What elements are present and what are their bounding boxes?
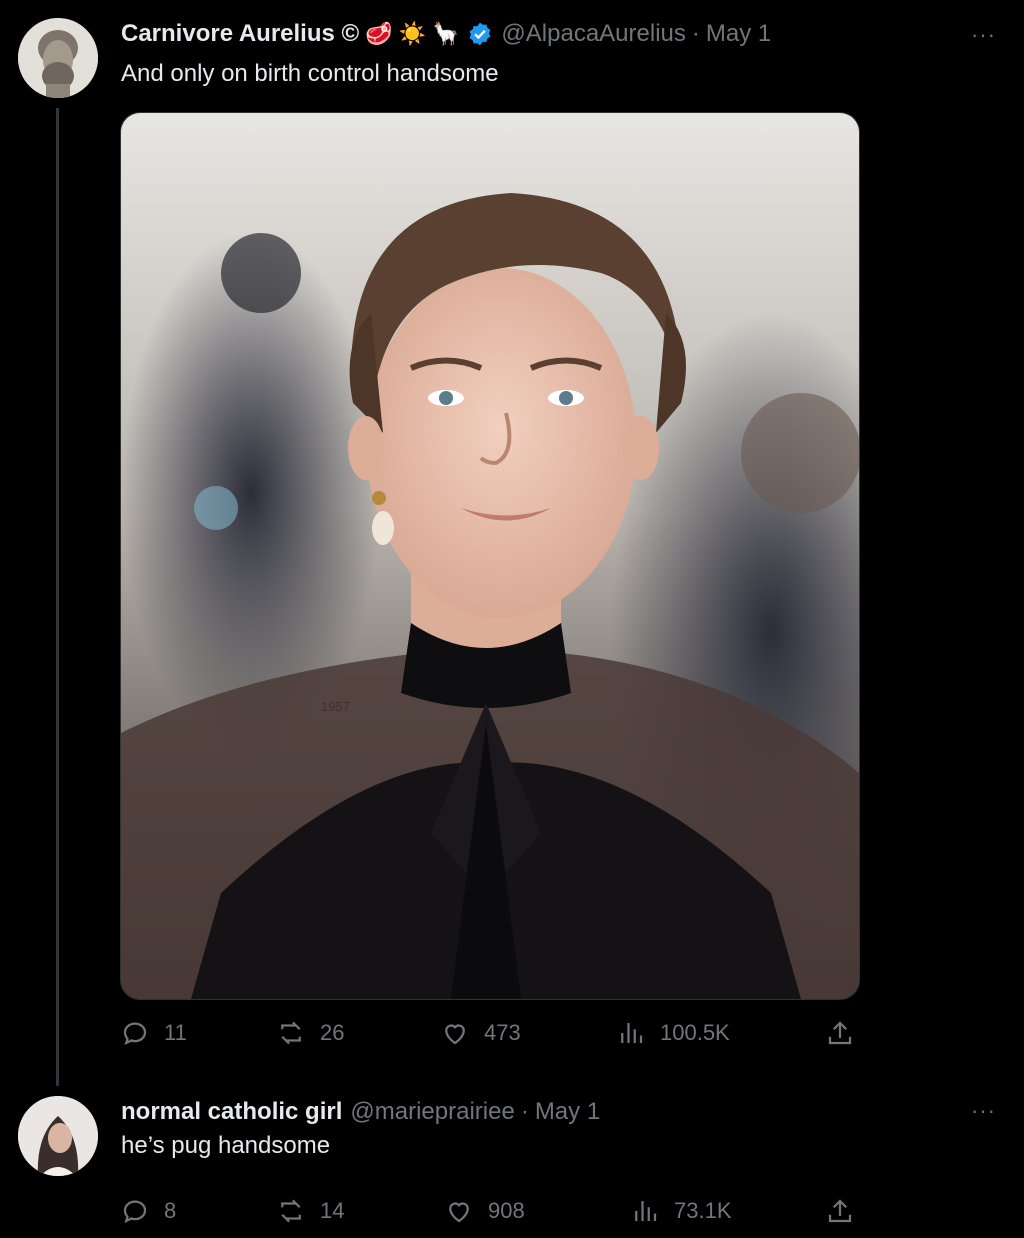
- like-button[interactable]: 473: [440, 1018, 521, 1048]
- reply-count: 11: [164, 1020, 187, 1045]
- heart-icon: [445, 1024, 465, 1045]
- separator-dot: ·: [691, 20, 700, 47]
- llama-emoji: 🦙: [432, 21, 460, 46]
- tweet-2[interactable]: normal catholic girl @marieprairiee · Ma…: [0, 1086, 1024, 1238]
- repost-count: 14: [320, 1198, 345, 1223]
- views-button[interactable]: 73.1K: [630, 1196, 732, 1226]
- avatar-normal-catholic-girl[interactable]: [18, 1096, 98, 1176]
- author-name[interactable]: Carnivore Aurelius ©: [121, 20, 359, 48]
- more-options-icon[interactable]: ···: [971, 22, 996, 48]
- separator-dot: ·: [520, 1098, 529, 1125]
- views-chart-icon: [621, 1023, 643, 1043]
- verified-badge-icon: [467, 21, 493, 47]
- repost-button[interactable]: 26: [276, 1018, 344, 1048]
- tweet-header: Carnivore Aurelius © 🥩 ☀️ 🦙 @AlpacaAurel…: [121, 20, 771, 48]
- repost-count: 26: [320, 1020, 345, 1045]
- reply-button[interactable]: 11: [120, 1018, 187, 1048]
- reply-icon: [123, 1200, 147, 1224]
- tweet-text: And only on birth control handsome: [121, 60, 499, 87]
- reply-button[interactable]: 8: [120, 1196, 176, 1226]
- share-button[interactable]: [825, 1196, 855, 1226]
- like-button[interactable]: 908: [444, 1196, 525, 1226]
- like-count: 908: [488, 1198, 525, 1223]
- repost-icon: [281, 1021, 301, 1045]
- share-icon: [828, 1199, 852, 1223]
- reply-icon: [123, 1022, 147, 1046]
- tweet-1[interactable]: Carnivore Aurelius © 🥩 ☀️ 🦙 @AlpacaAurel…: [0, 0, 1024, 1086]
- thread-line: [56, 108, 59, 1086]
- heart-icon: [449, 1202, 469, 1223]
- share-icon: [828, 1021, 852, 1045]
- more-options-icon[interactable]: ···: [971, 1098, 996, 1124]
- action-bar: 8 14 908 73.1K: [120, 1196, 860, 1232]
- views-chart-icon: [635, 1201, 657, 1221]
- views-count: 73.1K: [674, 1198, 732, 1223]
- avatar-carnivore-aurelius[interactable]: [18, 18, 98, 98]
- share-button[interactable]: [825, 1018, 855, 1048]
- svg-text:1957: 1957: [321, 699, 350, 714]
- steak-emoji: 🥩: [365, 21, 393, 46]
- action-bar: 11 26 473 100.5K: [120, 1018, 860, 1054]
- views-count: 100.5K: [660, 1020, 730, 1045]
- tweet-date[interactable]: May 1: [706, 20, 771, 48]
- tweet-date[interactable]: May 1: [535, 1098, 600, 1126]
- like-count: 473: [484, 1020, 521, 1045]
- tweet-photo[interactable]: 1957: [120, 112, 860, 1000]
- sun-emoji: ☀️: [398, 21, 427, 46]
- repost-button[interactable]: 14: [276, 1196, 344, 1226]
- tweet-text: he’s pug handsome: [121, 1132, 331, 1159]
- reply-count: 8: [164, 1198, 177, 1223]
- author-handle[interactable]: @marieprairiee: [350, 1098, 514, 1126]
- author-handle[interactable]: @AlpacaAurelius: [501, 20, 685, 48]
- author-name[interactable]: normal catholic girl: [121, 1098, 342, 1126]
- repost-icon: [281, 1199, 301, 1223]
- views-button[interactable]: 100.5K: [616, 1018, 730, 1048]
- tweet-header: normal catholic girl @marieprairiee · Ma…: [121, 1098, 600, 1126]
